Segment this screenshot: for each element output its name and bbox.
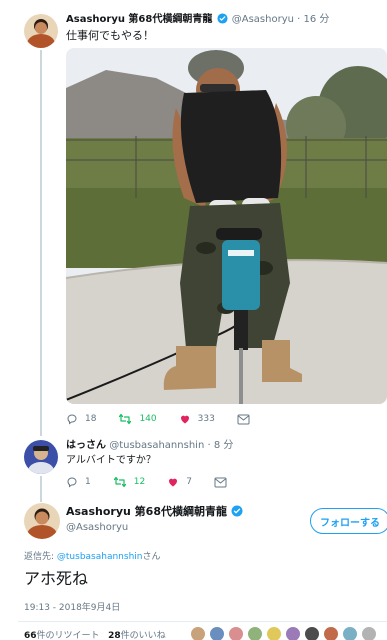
liker-avatar[interactable] bbox=[266, 626, 282, 640]
tweet2-retweet-count: 12 bbox=[133, 477, 146, 487]
liker-avatar[interactable] bbox=[228, 626, 244, 640]
liker-avatar[interactable] bbox=[323, 626, 339, 640]
retweet-stat-count: 66 bbox=[24, 631, 37, 640]
message-icon bbox=[214, 477, 227, 487]
tweet1-time[interactable]: 16 分 bbox=[304, 14, 330, 25]
tweet1-like-button[interactable]: 333 bbox=[179, 413, 215, 425]
tweet2-reply-button[interactable]: 1 bbox=[66, 476, 91, 488]
tweet1-reply-count: 18 bbox=[85, 414, 97, 424]
like-stat-label: 件のいいね bbox=[120, 631, 166, 640]
avatar-hassan[interactable] bbox=[24, 440, 58, 474]
retweet-icon bbox=[113, 476, 126, 488]
main-tweet-handle-row: @Asashoryu bbox=[66, 521, 128, 535]
tweet2-text: アルバイトですか？ bbox=[66, 455, 156, 466]
main-tweet-timestamp[interactable]: 19:13 - 2018年9月4日 bbox=[24, 600, 120, 613]
tweet1-reply-button[interactable]: 18 bbox=[66, 413, 96, 425]
tweet2-message-button[interactable] bbox=[214, 477, 234, 488]
tweet2-like-count: 7 bbox=[186, 477, 192, 487]
retweet-stat-label: 件のリツイート bbox=[36, 631, 100, 640]
tweet2-retweet-button[interactable]: 12 bbox=[113, 476, 145, 488]
liker-avatar[interactable] bbox=[190, 626, 206, 640]
verified-badge-icon bbox=[217, 13, 228, 29]
tweet1-photo[interactable] bbox=[66, 48, 387, 404]
engagement-stats: 66件のリツイート 28件のいいね bbox=[24, 628, 166, 640]
tweet2-header: はっさん @tusbasahannshin · 8 分 bbox=[66, 439, 233, 453]
tweet1-retweet-count: 140 bbox=[139, 414, 157, 424]
main-tweet-name-row: Asashoryu 第68代横綱朝青龍 bbox=[66, 505, 244, 521]
tweet2-separator: · bbox=[207, 440, 211, 451]
liker-avatar[interactable] bbox=[209, 626, 225, 640]
thread-line-top bbox=[40, 50, 42, 436]
tweet1-message-button[interactable] bbox=[237, 414, 257, 425]
tweet2-actions: 1 12 7 bbox=[66, 476, 256, 488]
avatar-asashoryu[interactable] bbox=[24, 14, 58, 48]
main-tweet-text: アホ死ね bbox=[24, 569, 89, 588]
reply-icon bbox=[67, 414, 77, 425]
liker-avatar[interactable] bbox=[361, 626, 377, 640]
tweet1-retweet-button[interactable]: 140 bbox=[118, 413, 157, 425]
like-stat[interactable]: 28件のいいね bbox=[108, 631, 166, 640]
tweet1-actions: 18 140 333 bbox=[66, 413, 279, 425]
tweet1-like-count: 333 bbox=[197, 414, 215, 424]
liker-avatar[interactable] bbox=[285, 626, 301, 640]
tweet1-handle[interactable]: @Asashoryu bbox=[232, 14, 294, 25]
reply-to-prefix: 返信先: bbox=[24, 552, 57, 562]
tweet1-separator: · bbox=[297, 14, 301, 25]
liker-avatars bbox=[190, 626, 380, 640]
tweet1-display-name[interactable]: Asashoryu 第68代横綱朝青龍 bbox=[66, 14, 212, 25]
message-icon bbox=[237, 414, 250, 424]
reply-icon bbox=[67, 477, 77, 488]
tweet2-reply-count: 1 bbox=[85, 477, 91, 487]
heart-icon bbox=[169, 478, 178, 487]
main-tweet-handle[interactable]: @Asashoryu bbox=[66, 522, 128, 533]
reply-to-line: 返信先: @tusbasahannshinさん bbox=[24, 549, 161, 562]
thread-line-bottom bbox=[40, 476, 42, 502]
retweet-stat[interactable]: 66件のリツイート bbox=[24, 631, 100, 640]
tweet1-header: Asashoryu 第68代横綱朝青龍 @Asashoryu · 16 分 bbox=[66, 13, 329, 29]
like-stat-count: 28 bbox=[108, 631, 121, 640]
divider bbox=[18, 621, 387, 622]
tweet2-like-button[interactable]: 7 bbox=[167, 476, 192, 488]
verified-badge-icon bbox=[231, 505, 243, 521]
liker-avatar[interactable] bbox=[342, 626, 358, 640]
reply-to-handle[interactable]: @tusbasahannshin bbox=[57, 552, 143, 562]
tweet2-display-name[interactable]: はっさん bbox=[66, 440, 106, 451]
avatar-asashoryu-main[interactable] bbox=[24, 503, 60, 539]
reply-to-suffix: さん bbox=[142, 552, 161, 562]
tweet1-text: 仕事何でもやる！ bbox=[66, 29, 154, 42]
tweet2-handle[interactable]: @tusbasahannshin bbox=[109, 440, 204, 451]
liker-avatar[interactable] bbox=[304, 626, 320, 640]
heart-icon bbox=[180, 415, 189, 424]
main-tweet-display-name[interactable]: Asashoryu 第68代横綱朝青龍 bbox=[66, 505, 227, 518]
tweet2-time[interactable]: 8 分 bbox=[214, 440, 234, 451]
follow-button[interactable]: フォローする bbox=[310, 508, 387, 534]
liker-avatar[interactable] bbox=[247, 626, 263, 640]
retweet-icon bbox=[119, 413, 132, 425]
